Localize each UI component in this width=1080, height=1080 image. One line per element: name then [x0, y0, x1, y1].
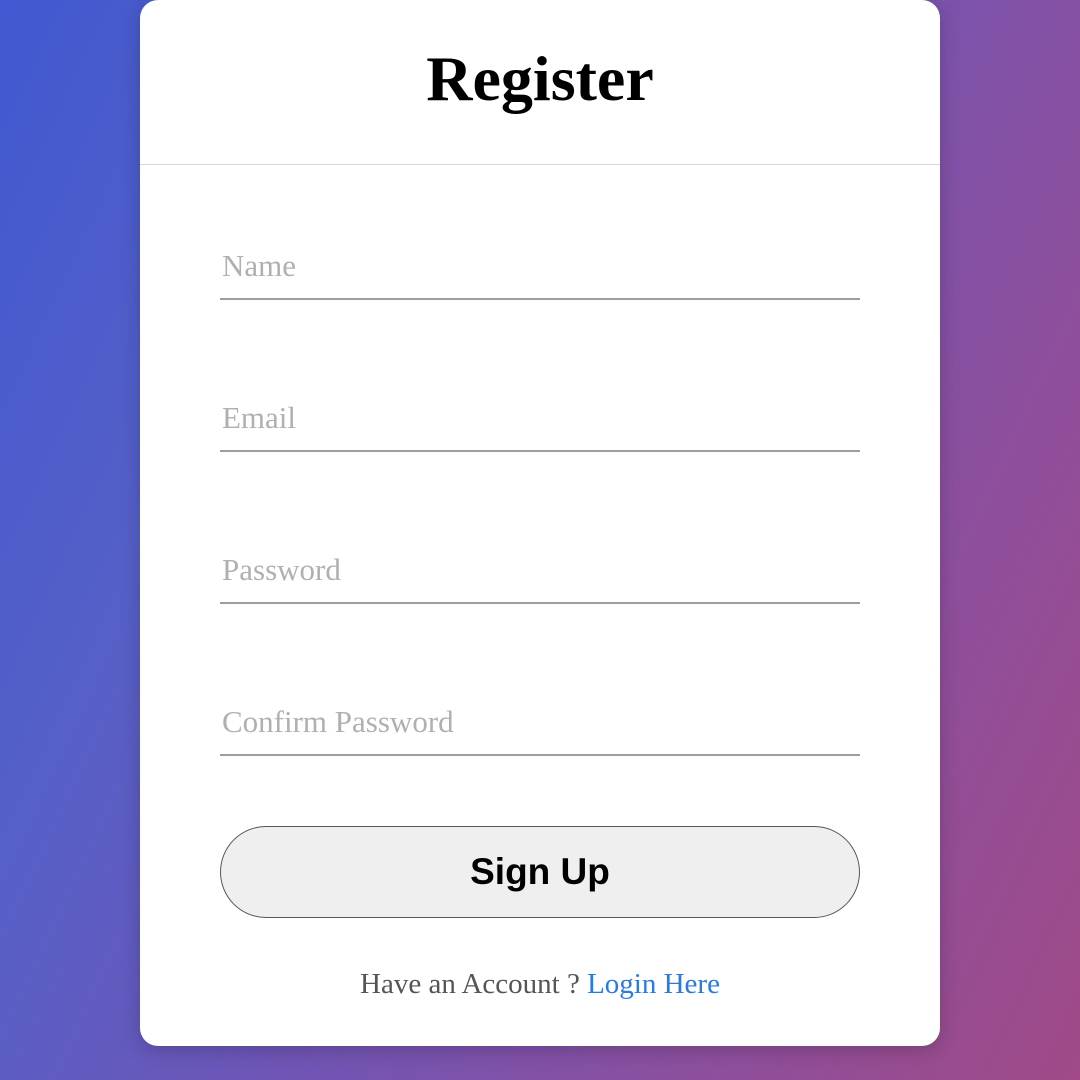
footer-prompt: Have an Account ? [360, 968, 587, 1000]
card-header: Register [140, 0, 940, 165]
email-field[interactable] [220, 392, 860, 452]
name-field[interactable] [220, 240, 860, 300]
login-link[interactable]: Login Here [587, 968, 720, 1000]
page-title: Register [140, 42, 940, 116]
password-field[interactable] [220, 544, 860, 604]
register-form: Sign Up Have an Account ? Login Here [140, 165, 940, 1001]
footer-text: Have an Account ? Login Here [220, 968, 860, 1001]
signup-button[interactable]: Sign Up [220, 826, 860, 918]
confirm-password-field[interactable] [220, 696, 860, 756]
register-card: Register Sign Up Have an Account ? Login… [140, 0, 940, 1046]
